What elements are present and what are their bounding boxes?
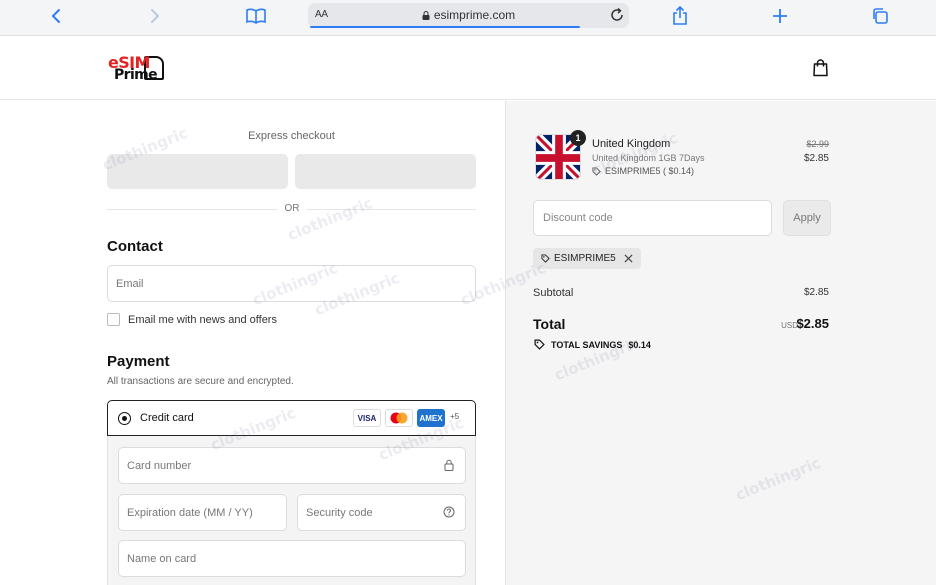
express-pay-button-1[interactable] <box>107 154 288 189</box>
newsletter-label: Email me with news and offers <box>128 313 277 326</box>
total-savings: TOTAL SAVINGS $0.14 <box>534 339 651 350</box>
payment-subtitle: All transactions are secure and encrypte… <box>107 376 294 387</box>
product-variant: United Kingdom 1GB 7Days <box>592 153 705 163</box>
applied-discount-chip: ESIMPRIME5 <box>533 248 641 269</box>
subtotal-label: Subtotal <box>533 287 574 299</box>
tag-icon <box>541 254 550 263</box>
help-circle-icon[interactable] <box>443 506 455 518</box>
amex-icon: AMEX <box>417 409 445 427</box>
credit-card-radio[interactable] <box>118 412 131 425</box>
logo-text-prime: Prime <box>114 67 158 83</box>
lock-icon <box>444 459 454 471</box>
back-icon[interactable] <box>42 4 70 28</box>
order-summary: 1 United Kingdom United Kingdom 1GB 7Day… <box>505 101 936 585</box>
original-price: $2.99 <box>806 139 829 149</box>
total-currency: USD <box>781 321 798 330</box>
shopping-bag-icon[interactable] <box>812 59 829 77</box>
more-cards-label: +5 <box>450 412 460 421</box>
savings-label: TOTAL SAVINGS <box>551 339 623 350</box>
visa-icon: VISA <box>353 409 381 427</box>
discount-code-placeholder: Discount code <box>543 212 613 224</box>
url-label: esimprime.com <box>433 8 516 22</box>
expiration-date-field[interactable]: Expiration date (MM / YY) <box>118 494 287 531</box>
product-discount-text: ESIMPRIME5 ( $0.14) <box>605 166 695 176</box>
or-label: OR <box>277 203 307 214</box>
total-value: $2.85 <box>796 316 829 331</box>
name-on-card-field[interactable]: Name on card <box>118 540 466 577</box>
payment-title: Payment <box>107 353 170 370</box>
email-placeholder: Email <box>116 277 144 290</box>
name-on-card-placeholder: Name on card <box>127 552 197 565</box>
email-field[interactable]: Email <box>107 265 476 302</box>
discount-code-field[interactable]: Discount code <box>533 200 772 236</box>
mastercard-icon <box>385 409 413 427</box>
apply-button[interactable]: Apply <box>783 200 831 236</box>
security-code-field[interactable]: Security code <box>297 494 466 531</box>
card-number-placeholder: Card number <box>127 459 192 472</box>
savings-value: $0.14 <box>628 339 651 350</box>
subtotal-value: $2.85 <box>803 287 829 298</box>
quantity-badge: 1 <box>570 130 586 146</box>
forward-icon[interactable] <box>141 4 169 28</box>
address-bar[interactable]: AA esimprime.com <box>308 3 629 28</box>
contact-title: Contact <box>107 238 163 255</box>
esimprime-logo[interactable]: eSIM Prime <box>108 53 168 85</box>
expiration-placeholder: Expiration date (MM / YY) <box>127 506 253 519</box>
checkout-form: Express checkout OR Contact Email Email … <box>0 101 505 585</box>
express-pay-button-2[interactable] <box>295 154 476 189</box>
new-tab-icon[interactable] <box>766 4 794 28</box>
security-code-placeholder: Security code <box>306 506 373 519</box>
discounted-price: $2.85 <box>803 153 829 164</box>
lock-icon <box>422 11 430 20</box>
credit-card-option[interactable]: Credit card VISA AMEX +5 <box>107 400 476 436</box>
product-discount: ESIMPRIME5 ( $0.14) <box>592 166 694 176</box>
tabs-overview-icon[interactable] <box>866 4 894 28</box>
page-load-progress <box>310 26 580 28</box>
url-text: esimprime.com <box>308 8 629 22</box>
remove-discount-icon[interactable] <box>624 254 633 263</box>
applied-code-text: ESIMPRIME5 <box>554 253 616 264</box>
credit-card-label: Credit card <box>140 412 194 424</box>
share-icon[interactable] <box>666 4 694 28</box>
tag-icon <box>592 166 601 176</box>
product-name: United Kingdom <box>592 138 671 150</box>
total-label: Total <box>533 316 566 332</box>
credit-card-fields: Card number Expiration date (MM / YY) Se… <box>107 436 476 585</box>
reload-icon[interactable] <box>609 7 625 23</box>
newsletter-row[interactable]: Email me with news and offers <box>107 313 277 326</box>
tag-icon <box>534 339 545 350</box>
site-header: eSIM Prime <box>0 36 936 100</box>
card-number-field[interactable]: Card number <box>118 447 466 484</box>
express-checkout-label: Express checkout <box>248 130 335 142</box>
browser-toolbar: AA esimprime.com <box>0 0 936 36</box>
newsletter-checkbox[interactable] <box>107 313 120 326</box>
bookmarks-icon[interactable] <box>242 4 270 28</box>
